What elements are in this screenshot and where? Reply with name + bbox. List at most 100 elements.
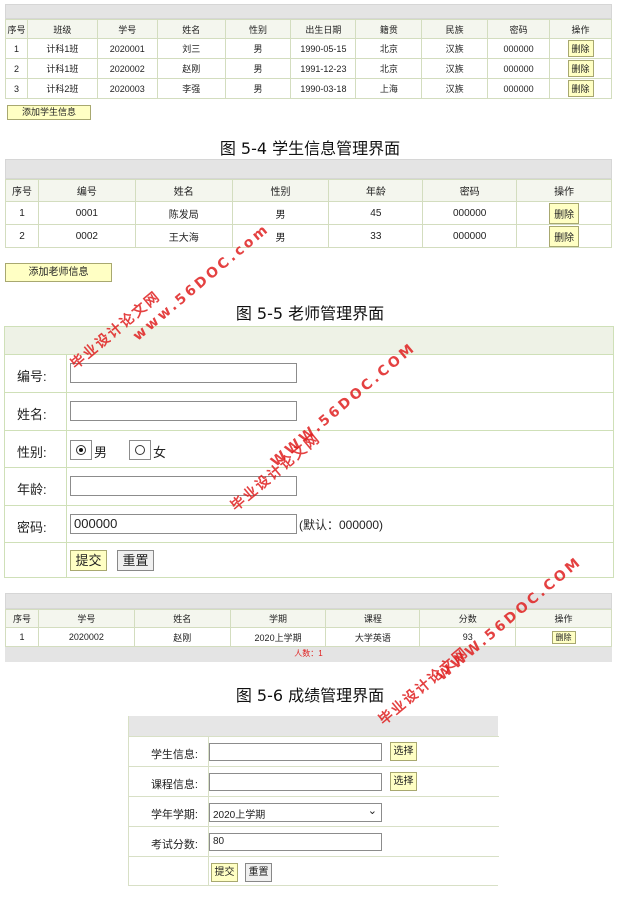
table-row: 3 计科2班 2020003 李强 男 1990-03-18 上海 汉族 000… [5, 78, 612, 99]
figure-caption: 图 5-5 老师管理界面 [235, 304, 385, 323]
password-input[interactable]: 000000 [70, 514, 297, 534]
submit-button[interactable]: 提交 [70, 550, 107, 571]
cell: 汉族 [421, 58, 489, 79]
grade-table-header-row: 序号 学号 姓名 学期 课程 分数 操作 [5, 609, 612, 628]
cell: 3 [5, 78, 28, 99]
term-select[interactable]: 2020上学期 ⌄ [209, 803, 382, 822]
form-label: 编号: [5, 355, 67, 392]
column-header: 操作 [515, 609, 612, 628]
cell: 000000 [422, 201, 518, 225]
gender-female-radio[interactable] [129, 440, 151, 460]
delete-button[interactable]: 删除 [549, 202, 580, 224]
student-panel-header [5, 4, 612, 19]
column-header: 序号 [5, 19, 28, 39]
delete-button[interactable]: 删除 [549, 225, 580, 247]
grade-panel: 序号 学号 姓名 学期 课程 分数 操作 1 2020002 赵刚 2020上学… [5, 593, 612, 662]
cell: 计科1班 [26, 58, 98, 79]
cell: 000000 [487, 78, 551, 99]
form-row-term: 学年学期: 2020上学期 ⌄ [129, 796, 499, 826]
form-row-actions: 提交 重置 [129, 856, 499, 886]
teacher-form-header [5, 327, 613, 354]
cell: 计科2班 [26, 78, 98, 99]
select-student-button[interactable]: 选择 [390, 742, 417, 761]
form-row-age: 年龄: [5, 467, 614, 505]
password-label: 密码: [17, 520, 47, 535]
cell: 北京 [355, 38, 423, 59]
score-value: 80 [213, 836, 225, 847]
cell: 1 [5, 201, 39, 225]
add-student-button[interactable]: 添加学生信息 [7, 105, 91, 120]
cell: 2 [5, 58, 28, 79]
grade-table: 序号 学号 姓名 学期 课程 分数 操作 1 2020002 赵刚 2020上学… [5, 609, 612, 647]
table-row: 2 计科1班 2020002 赵刚 男 1991-12-23 北京 汉族 000… [5, 58, 612, 79]
column-header: 序号 [5, 179, 39, 202]
cell: 1 [5, 627, 39, 647]
delete-button[interactable]: 删除 [567, 40, 594, 57]
form-label [5, 543, 67, 578]
term-label: 学年学期: [150, 809, 198, 821]
column-header: 学号 [96, 19, 158, 39]
column-header: 姓名 [133, 609, 231, 628]
cell: 2020上学期 [229, 627, 327, 647]
delete-button[interactable]: 删除 [551, 630, 576, 644]
column-header: 课程 [325, 609, 421, 628]
count-text: 人数：1 [294, 649, 323, 658]
delete-button[interactable]: 删除 [567, 60, 594, 77]
cell: 0001 [37, 201, 136, 225]
gender-male-radio[interactable] [70, 440, 92, 460]
figure-caption: 图 5-4 学生信息管理界面 [219, 139, 401, 158]
name-input[interactable] [70, 401, 297, 421]
score-label: 考试分数: [150, 839, 198, 851]
cell: 李强 [156, 78, 226, 99]
form-row-password: 密码: 000000 (默认：000000) [5, 505, 614, 542]
cell: 2020002 [96, 58, 158, 79]
form-label: 考试分数: [129, 827, 209, 856]
gender-male-label: 男 [94, 445, 108, 460]
cell: 汉族 [421, 38, 489, 59]
select-course-button[interactable]: 选择 [390, 772, 417, 791]
form-row-actions: 提交 重置 [5, 542, 614, 578]
age-input[interactable] [70, 476, 297, 496]
form-row-name: 姓名: [5, 392, 614, 430]
cell: 2020003 [96, 78, 158, 99]
action-cell: 删除 [549, 38, 612, 59]
cell: 45 [328, 201, 424, 225]
column-header: 班级 [26, 19, 98, 39]
teacher-table-header-row: 序号 编号 姓名 性别 年龄 密码 操作 [5, 179, 612, 202]
column-header: 分数 [419, 609, 517, 628]
cell: 王大海 [134, 224, 233, 248]
cell: 1990-05-15 [290, 38, 357, 59]
teacher-panel-header [5, 159, 612, 179]
cell: 北京 [355, 58, 423, 79]
teacher-panel: 序号 编号 姓名 性别 年龄 密码 操作 1 0001 陈发局 男 45 000… [5, 159, 612, 248]
reset-button[interactable]: 重置 [117, 550, 154, 571]
course-input[interactable] [209, 773, 382, 791]
form-label: 学年学期: [129, 797, 209, 826]
cell: 刘三 [156, 38, 226, 59]
submit-button[interactable]: 提交 [211, 863, 238, 882]
term-selected-value: 2020上学期 [213, 810, 266, 821]
cell: 男 [231, 201, 330, 225]
column-header: 年龄 [328, 179, 424, 202]
cell: 000000 [487, 58, 551, 79]
count-bar: 人数：1 [5, 647, 612, 662]
student-panel: 序号 班级 学号 姓名 性别 出生日期 籍贯 民族 密码 操作 1 计科1班 2… [5, 4, 612, 99]
reset-button[interactable]: 重置 [245, 863, 272, 882]
cell: 1 [5, 38, 28, 59]
column-header: 操作 [516, 179, 612, 202]
add-teacher-button[interactable]: 添加老师信息 [5, 263, 112, 282]
cell: 计科1班 [26, 38, 98, 59]
student-input[interactable] [209, 743, 382, 761]
cell: 33 [328, 224, 424, 248]
cell: 男 [224, 58, 292, 79]
delete-button[interactable]: 删除 [567, 80, 594, 97]
column-header: 姓名 [134, 179, 233, 202]
score-input[interactable]: 80 [209, 833, 382, 851]
id-input[interactable] [70, 363, 297, 383]
form-row-student: 学生信息: 选择 [129, 736, 499, 766]
cell: 赵刚 [133, 627, 231, 647]
cell: 男 [224, 78, 292, 99]
cell: 2020002 [37, 627, 135, 647]
table-row: 1 0001 陈发局 男 45 000000 删除 [5, 201, 612, 225]
teacher-table: 序号 编号 姓名 性别 年龄 密码 操作 1 0001 陈发局 男 45 000… [5, 179, 612, 248]
